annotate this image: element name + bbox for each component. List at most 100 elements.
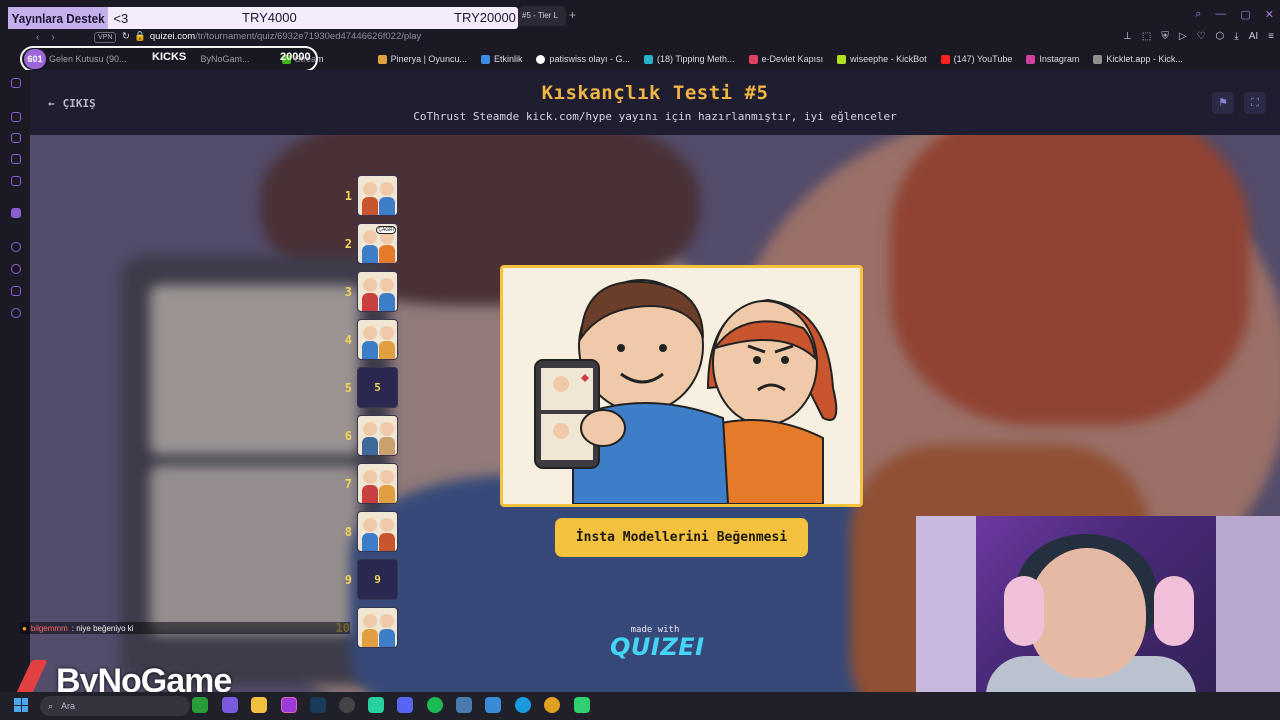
bookmark-item[interactable]: (147) YouTube: [940, 54, 1012, 64]
twitch-icon[interactable]: [11, 208, 21, 218]
rank-number: 2: [344, 237, 352, 251]
edge-icon[interactable]: [515, 697, 531, 713]
chrome-icon[interactable]: [544, 697, 560, 713]
sidebar-app-icon[interactable]: [11, 133, 21, 143]
shield-icon[interactable]: ⛨: [1161, 31, 1169, 42]
minimize-icon[interactable]: —: [1215, 8, 1226, 21]
thumb-figure: [380, 278, 394, 292]
donation-heart: <3: [113, 10, 129, 26]
bookmark-item[interactable]: patiswiss olayı - G...: [536, 54, 630, 64]
thumb-figure: [380, 326, 394, 340]
thumb-figure: [362, 293, 378, 311]
thumb-figure: [379, 341, 395, 359]
spotify-icon[interactable]: [427, 697, 443, 713]
rank-slot-thumbnail[interactable]: ÇAĞRI: [357, 223, 398, 264]
thumb-figure: [363, 278, 377, 292]
app-icon[interactable]: [368, 697, 384, 713]
thumb-figure: [363, 470, 377, 484]
bookmark-item[interactable]: Pinerya | Oyuncu...: [377, 54, 467, 64]
chat-badge-icon: ●: [22, 623, 27, 633]
xbox-icon[interactable]: [192, 697, 208, 713]
screenshot-icon[interactable]: ⬚: [1142, 31, 1151, 42]
pin-icon[interactable]: ⊥: [1123, 31, 1132, 42]
calendar-icon: [480, 54, 490, 64]
nav-buttons: ‹ ›: [36, 32, 55, 43]
new-tab-icon[interactable]: +: [569, 8, 576, 22]
windows-start-icon[interactable]: [14, 698, 28, 712]
thumb-figure: [363, 422, 377, 436]
rank-slot-thumbnail[interactable]: [357, 463, 398, 504]
rank-slot-thumbnail[interactable]: 9: [357, 559, 398, 600]
sidebar-app-icon[interactable]: [11, 78, 21, 88]
opera-gx-icon[interactable]: [281, 697, 297, 713]
download-icon[interactable]: ⤓: [1234, 31, 1238, 42]
heart-icon[interactable]: ♡: [1197, 31, 1206, 42]
bookmark-item[interactable]: (18) Tipping Meth...: [644, 54, 735, 64]
fullscreen-button[interactable]: ⛶: [1244, 92, 1266, 114]
ai-icon[interactable]: AI: [1249, 31, 1258, 42]
menu-icon[interactable]: ≡: [1268, 31, 1274, 42]
sidebar-app-icon[interactable]: [11, 154, 21, 164]
app-icon[interactable]: [456, 697, 472, 713]
browser-tab-active[interactable]: #5 - Tier L: [518, 6, 566, 26]
thumb-figure: [363, 518, 377, 532]
app-icon[interactable]: [222, 697, 238, 713]
search-icon[interactable]: ⌕: [1195, 8, 1201, 21]
forward-icon[interactable]: ›: [51, 32, 54, 43]
chat-text: : niye beğeniyo ki: [71, 623, 134, 633]
discord-icon[interactable]: [397, 697, 413, 713]
app-icon[interactable]: [574, 697, 590, 713]
reload-icon[interactable]: ↻: [122, 31, 130, 42]
folder-icon[interactable]: [251, 697, 267, 713]
quizei-logo[interactable]: QUIZEI: [610, 633, 704, 661]
sidebar-app-icon[interactable]: [11, 112, 21, 122]
fullscreen-icon: ⛶: [1251, 97, 1259, 109]
rank-slot-thumbnail[interactable]: [357, 271, 398, 312]
thumb-figure: [362, 437, 378, 455]
webcam-person: [1028, 548, 1146, 678]
sidebar-app-icon[interactable]: [11, 264, 21, 274]
current-choice-card[interactable]: [500, 265, 863, 507]
back-icon[interactable]: ‹: [36, 32, 39, 43]
bookmark-item[interactable]: Etkinlik: [480, 54, 522, 64]
vpn-badge[interactable]: VPN: [94, 32, 117, 43]
url-path: /tr/tournament/quiz/6932e71930ed47446626…: [195, 31, 422, 42]
kicks-value: 20000: [280, 51, 311, 63]
sidebar-app-icon[interactable]: [11, 176, 21, 186]
rank-slot-thumbnail[interactable]: [357, 415, 398, 456]
lock-icon: 🔒: [133, 31, 146, 42]
obs-icon[interactable]: [339, 697, 355, 713]
rank-slot-thumbnail[interactable]: [357, 511, 398, 552]
sidebar-app-icon[interactable]: [11, 242, 21, 252]
bookmark-item[interactable]: Instagram: [1026, 54, 1079, 64]
thumb-tag: ÇAĞRI: [376, 226, 396, 234]
taskbar-search[interactable]: ⌕ Ara: [40, 696, 190, 716]
maximize-icon[interactable]: ▢: [1240, 8, 1250, 21]
rank-slot-thumbnail[interactable]: [357, 319, 398, 360]
report-flag-button[interactable]: ⚑: [1212, 92, 1234, 114]
sidebar-app-icon[interactable]: [11, 286, 21, 296]
rank-number: 7: [344, 477, 352, 491]
settings-icon[interactable]: [11, 308, 21, 318]
choice-caption-button[interactable]: İnsta Modellerini Beğenmesi: [555, 518, 808, 557]
thumb-figure: [379, 629, 395, 647]
youtube-icon: [940, 54, 950, 64]
bookmark-item[interactable]: e-Devlet Kapısı: [748, 54, 823, 64]
webcam-shelf: [1216, 516, 1280, 720]
bookmark-item[interactable]: wiseephe - KickBot: [837, 54, 927, 64]
play-icon[interactable]: ▷: [1179, 31, 1187, 42]
rank-slot-thumbnail[interactable]: 5: [357, 367, 398, 408]
chat-username: bilgemmm: [30, 623, 68, 633]
thumb-figure: [379, 437, 395, 455]
extension-icon[interactable]: ⬡: [1216, 31, 1225, 42]
url-field[interactable]: ↻ 🔒 quizei.com/tr/tournament/quiz/6932e7…: [122, 31, 421, 42]
thumb-figure: [363, 326, 377, 340]
rank-slot-thumbnail[interactable]: [357, 607, 398, 648]
photos-icon[interactable]: [485, 697, 501, 713]
headphone-icon: [1004, 576, 1044, 646]
close-icon[interactable]: ✕: [1265, 8, 1274, 21]
steam-icon[interactable]: [310, 697, 326, 713]
bookmark-item[interactable]: Kicklet.app - Kick...: [1093, 54, 1183, 64]
rank-slot-thumbnail[interactable]: [357, 175, 398, 216]
donation-label: Yayınlara Destek: [8, 7, 109, 29]
